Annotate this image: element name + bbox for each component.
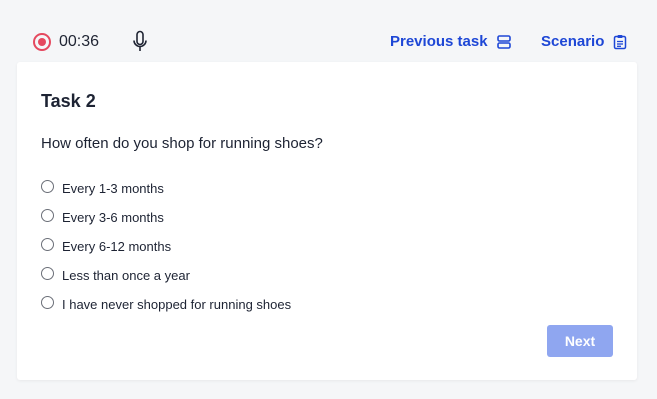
answer-option-label[interactable]: Every 6-12 months (62, 237, 171, 255)
answer-option-label[interactable]: I have never shopped for running shoes (62, 295, 291, 313)
task-title: Task 2 (41, 91, 96, 111)
radio-button[interactable] (41, 267, 54, 280)
radio-button[interactable] (41, 296, 54, 309)
recording-timer: 00:36 (59, 33, 100, 50)
task-question: How often do you shop for running shoes? (41, 135, 323, 152)
answer-option[interactable]: Every 1-3 months (41, 179, 291, 208)
record-indicator-icon (33, 33, 51, 51)
answer-option[interactable]: I have never shopped for running shoes (41, 295, 291, 324)
answer-option[interactable]: Every 6-12 months (41, 237, 291, 266)
radio-button[interactable] (41, 238, 54, 251)
layers-icon (496, 35, 511, 49)
next-button[interactable]: Next (547, 325, 613, 357)
answer-option-label[interactable]: Less than once a year (62, 266, 190, 284)
answer-option-label[interactable]: Every 3-6 months (62, 208, 164, 226)
scenario-link[interactable]: Scenario (541, 33, 628, 51)
microphone-icon[interactable] (131, 30, 149, 54)
top-bar: 00:36 Previous task Scenario (0, 0, 657, 62)
task-card: Task 2 How often do you shop for running… (17, 62, 637, 380)
previous-task-link[interactable]: Previous task (390, 33, 512, 51)
answer-option-label[interactable]: Every 1-3 months (62, 179, 164, 197)
clipboard-icon (614, 35, 627, 50)
answer-option[interactable]: Every 3-6 months (41, 208, 291, 237)
radio-button[interactable] (41, 209, 54, 222)
answer-options: Every 1-3 months Every 3-6 months Every … (41, 179, 291, 324)
answer-option[interactable]: Less than once a year (41, 266, 291, 295)
radio-button[interactable] (41, 180, 54, 193)
scenario-label: Scenario (541, 33, 605, 50)
previous-task-label: Previous task (390, 33, 488, 50)
